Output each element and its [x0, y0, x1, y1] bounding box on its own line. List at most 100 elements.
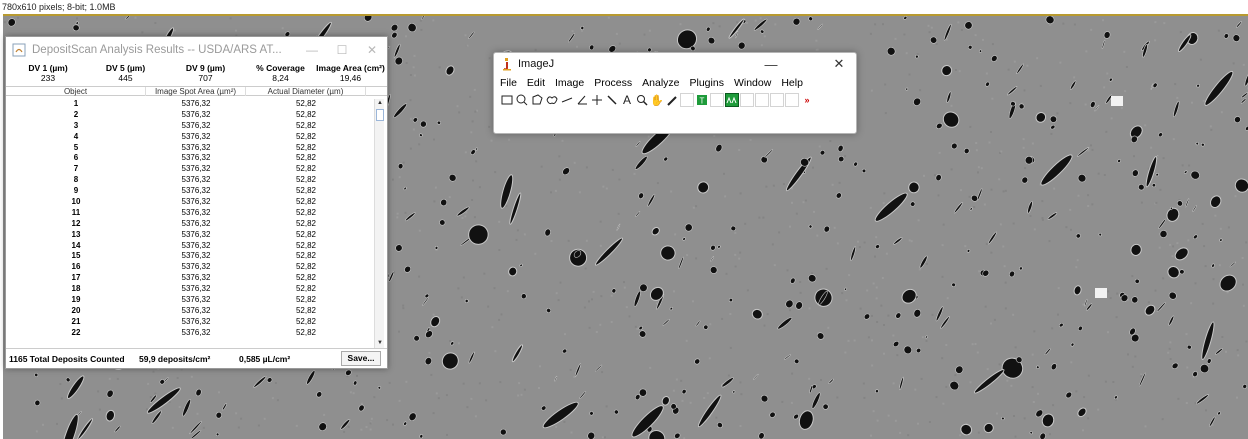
- column-header-spot-area[interactable]: Image Spot Area (µm²): [146, 87, 246, 96]
- spot-area-cell: 5376,32: [181, 218, 211, 228]
- toolbar-blank-slot[interactable]: [755, 93, 769, 107]
- table-row[interactable]: 16 5376,32 52,82: [6, 262, 376, 273]
- spot-area-cell: 5376,32: [181, 99, 211, 108]
- diameter-cell: 52,82: [295, 197, 317, 207]
- results-table-body[interactable]: 1 5376,32 52,82 2 5376,32 52,82 3 5376,32 52,82 4…: [6, 99, 376, 349]
- freehand-tool-icon[interactable]: [545, 93, 559, 107]
- close-icon[interactable]: ✕: [357, 43, 387, 57]
- scroll-up-icon[interactable]: ▲: [376, 100, 384, 108]
- text-tool-icon[interactable]: A: [620, 93, 634, 107]
- toolbar-blank-slot[interactable]: [740, 93, 754, 107]
- results-scrollbar[interactable]: ▲ ▼: [374, 99, 384, 349]
- diameter-cell: 52,82: [295, 240, 317, 250]
- depositscan-results-window[interactable]: DepositScan Analysis Results -- USDA/ARS…: [5, 36, 388, 369]
- diameter-cell: 52,82: [295, 142, 317, 152]
- diameter-cell: 52,82: [295, 153, 317, 163]
- more-tools-icon[interactable]: »: [800, 93, 814, 107]
- table-row[interactable]: 11 5376,32 52,82: [6, 208, 376, 219]
- maximize-icon[interactable]: ☐: [327, 43, 357, 57]
- imagej-window[interactable]: ImageJ — ✕ File Edit Image Process Analy…: [493, 52, 857, 134]
- table-row[interactable]: 1 5376,32 52,82: [6, 99, 376, 110]
- diameter-cell: 52,82: [295, 273, 317, 283]
- text-t-tool-icon[interactable]: T: [695, 93, 709, 107]
- scroll-thumb[interactable]: [376, 109, 384, 121]
- diameter-cell: 52,82: [295, 218, 317, 228]
- diameter-cell: 52,82: [295, 327, 317, 337]
- toolbar-blank-slot[interactable]: [710, 93, 724, 107]
- table-row[interactable]: 17 5376,32 52,82: [6, 273, 376, 284]
- save-button[interactable]: Save...: [341, 351, 381, 366]
- table-row[interactable]: 7 5376,32 52,82: [6, 164, 376, 175]
- menu-window[interactable]: Window: [734, 75, 771, 91]
- table-row[interactable]: 2 5376,32 52,82: [6, 110, 376, 121]
- table-row[interactable]: 6 5376,32 52,82: [6, 153, 376, 164]
- diameter-cell: 52,82: [295, 229, 317, 239]
- imagej-toolbar: A ✋ T »: [494, 92, 856, 108]
- diameter-cell: 52,82: [295, 131, 317, 141]
- menu-edit[interactable]: Edit: [527, 75, 545, 91]
- table-row[interactable]: 15 5376,32 52,82: [6, 251, 376, 262]
- total-deposits-label: 1165 Total Deposits Counted: [9, 353, 125, 364]
- line-tool-icon[interactable]: [560, 93, 574, 107]
- spot-area-cell: 5376,32: [181, 120, 211, 130]
- hand-tool-icon[interactable]: ✋: [650, 93, 664, 107]
- table-row[interactable]: 20 5376,32 52,82: [6, 306, 376, 317]
- java-app-icon: [12, 43, 26, 57]
- angle-tool-icon[interactable]: [575, 93, 589, 107]
- oval-tool-icon[interactable]: [515, 93, 529, 107]
- diameter-cell: 52,82: [295, 207, 317, 217]
- diameter-cell: 52,82: [295, 305, 317, 315]
- point-tool-icon[interactable]: [590, 93, 604, 107]
- table-row[interactable]: 4 5376,32 52,82: [6, 132, 376, 143]
- rectangle-tool-icon[interactable]: [500, 93, 514, 107]
- menu-analyze[interactable]: Analyze: [642, 75, 679, 91]
- table-row[interactable]: 13 5376,32 52,82: [6, 230, 376, 241]
- menu-help[interactable]: Help: [781, 75, 803, 91]
- color-picker-tool-icon[interactable]: [665, 93, 679, 107]
- table-row[interactable]: 9 5376,32 52,82: [6, 186, 376, 197]
- table-row[interactable]: 22 5376,32 52,82: [6, 328, 376, 339]
- toolbar-blank-slot[interactable]: [770, 93, 784, 107]
- wand-tool-icon[interactable]: [605, 93, 619, 107]
- diameter-cell: 52,82: [295, 284, 317, 294]
- imagej-close-icon[interactable]: ✕: [822, 56, 856, 72]
- table-row[interactable]: 8 5376,32 52,82: [6, 175, 376, 186]
- menu-image[interactable]: Image: [555, 75, 584, 91]
- menu-file[interactable]: File: [500, 75, 517, 91]
- zoom-tool-icon[interactable]: [635, 93, 649, 107]
- imagej-title: ImageJ: [518, 58, 555, 70]
- table-row[interactable]: 3 5376,32 52,82: [6, 121, 376, 132]
- diameter-cell: 52,82: [295, 175, 317, 185]
- column-header-diameter[interactable]: Actual Diameter (µm): [246, 87, 366, 96]
- column-header-object[interactable]: Object: [6, 87, 146, 96]
- object-cell: 12: [71, 218, 81, 228]
- imagej-minimize-icon[interactable]: —: [754, 57, 788, 72]
- minimize-icon[interactable]: —: [297, 43, 327, 57]
- summary-value-dv9: 707: [198, 73, 213, 83]
- imagej-titlebar[interactable]: ImageJ — ✕: [494, 53, 856, 75]
- depositscan-titlebar[interactable]: DepositScan Analysis Results -- USDA/ARS…: [6, 37, 387, 63]
- toolbar-blank-slot[interactable]: [680, 93, 694, 107]
- diameter-cell: 52,82: [295, 295, 317, 305]
- spot-area-cell: 5376,32: [181, 109, 211, 119]
- table-row[interactable]: 5 5376,32 52,82: [6, 143, 376, 154]
- object-cell: 11: [71, 207, 81, 217]
- menu-process[interactable]: Process: [594, 75, 632, 91]
- svg-text:T: T: [700, 97, 705, 106]
- summary-grid: DV 1 (µm) DV 5 (µm) DV 9 (µm) % Coverage…: [6, 63, 387, 83]
- scroll-down-icon[interactable]: ▼: [376, 340, 384, 348]
- lut-arrow-tool-icon[interactable]: [725, 93, 739, 107]
- table-row[interactable]: 19 5376,32 52,82: [6, 295, 376, 306]
- polygon-tool-icon[interactable]: [530, 93, 544, 107]
- table-row[interactable]: 14 5376,32 52,82: [6, 241, 376, 252]
- object-cell: 4: [73, 131, 79, 141]
- depositscan-title: DepositScan Analysis Results -- USDA/ARS…: [32, 44, 282, 56]
- object-cell: 17: [71, 273, 81, 283]
- table-row[interactable]: 10 5376,32 52,82: [6, 197, 376, 208]
- menu-plugins[interactable]: Plugins: [690, 75, 724, 91]
- table-row[interactable]: 18 5376,32 52,82: [6, 284, 376, 295]
- toolbar-blank-slot[interactable]: [785, 93, 799, 107]
- table-row[interactable]: 12 5376,32 52,82: [6, 219, 376, 230]
- table-row[interactable]: 21 5376,32 52,82: [6, 317, 376, 328]
- spot-area-cell: 5376,32: [181, 327, 211, 337]
